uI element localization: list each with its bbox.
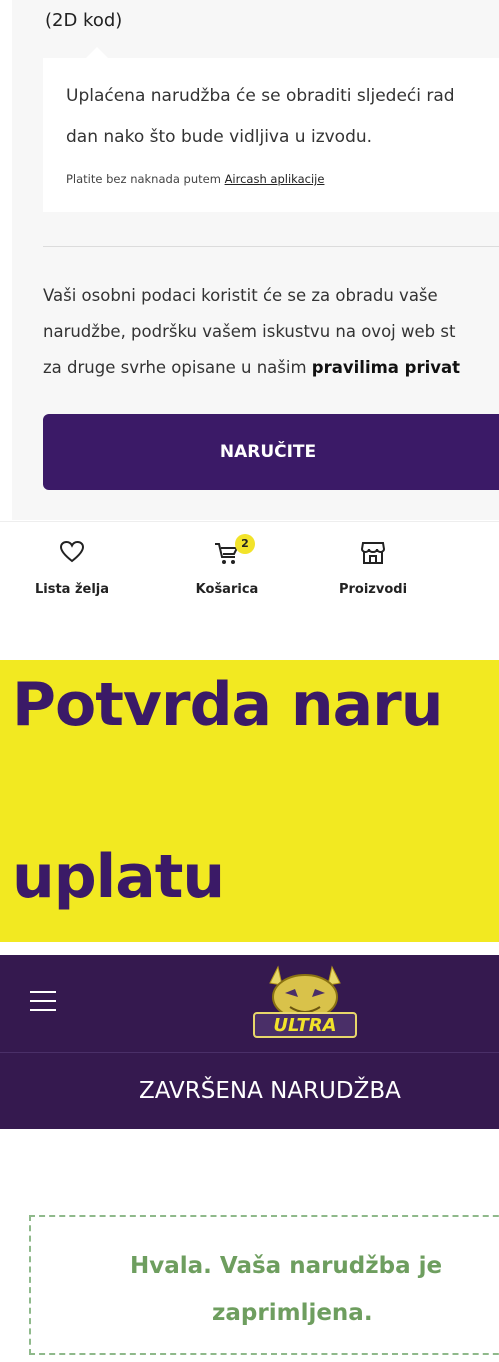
page-title: ZAVRŠENA NARUDŽBA [139,1078,401,1104]
info-box-pointer [86,47,108,58]
aircash-prefix: Platite bez naknada putem [66,172,225,186]
privacy-policy-link[interactable]: pravilima privat [312,358,460,377]
order-received-line-2: zaprimljena. [212,1300,373,1326]
divider [43,246,499,247]
svg-text:ULTRA: ULTRA [273,1015,336,1036]
payment-info-line-1: Uplaćena narudžba će se obraditi sljedeć… [66,86,455,106]
privacy-prefix: za druge svrhe opisane u našim [43,358,312,377]
nav-label-products: Proizvodi [338,582,408,597]
order-received-notice [29,1215,499,1355]
store-icon [360,540,386,570]
privacy-text-line-3: za druge svrhe opisane u našim pravilima… [43,358,460,377]
order-received-line-1: Hvala. Vaša narudžba je [130,1253,443,1279]
privacy-text-line-2: narudžbe, podršku vašem iskustvu na ovoj… [43,322,456,341]
bottom-nav: Lista želja 2 Košarica Proizvodi [0,521,499,612]
payment-info-line-2: dan nako što bude vidljiva u izvodu. [66,127,373,147]
nav-label-wishlist: Lista želja [34,582,110,597]
nav-item-cart[interactable]: 2 Košarica [182,522,272,612]
cart-count-badge: 2 [235,534,255,554]
aircash-note: Platite bez naknada putem Aircash aplika… [66,172,324,186]
payment-method-label: (2D kod) [45,10,123,31]
heading-line-2: uplatu [12,842,225,912]
nav-item-products[interactable]: Proizvodi [328,522,418,612]
nav-label-cart: Košarica [195,582,259,597]
heading-line-1: Potvrda naru [12,670,443,740]
nav-item-wishlist[interactable]: Lista želja [27,522,117,612]
place-order-button[interactable]: NARUČITE [43,414,499,490]
aircash-link[interactable]: Aircash aplikacije [225,172,325,186]
privacy-text-line-1: Vaši osobni podaci koristit će se za obr… [43,286,438,305]
site-logo[interactable]: ULTRA [240,963,370,1045]
hamburger-menu-icon[interactable] [30,991,56,1013]
heart-icon [59,540,85,568]
